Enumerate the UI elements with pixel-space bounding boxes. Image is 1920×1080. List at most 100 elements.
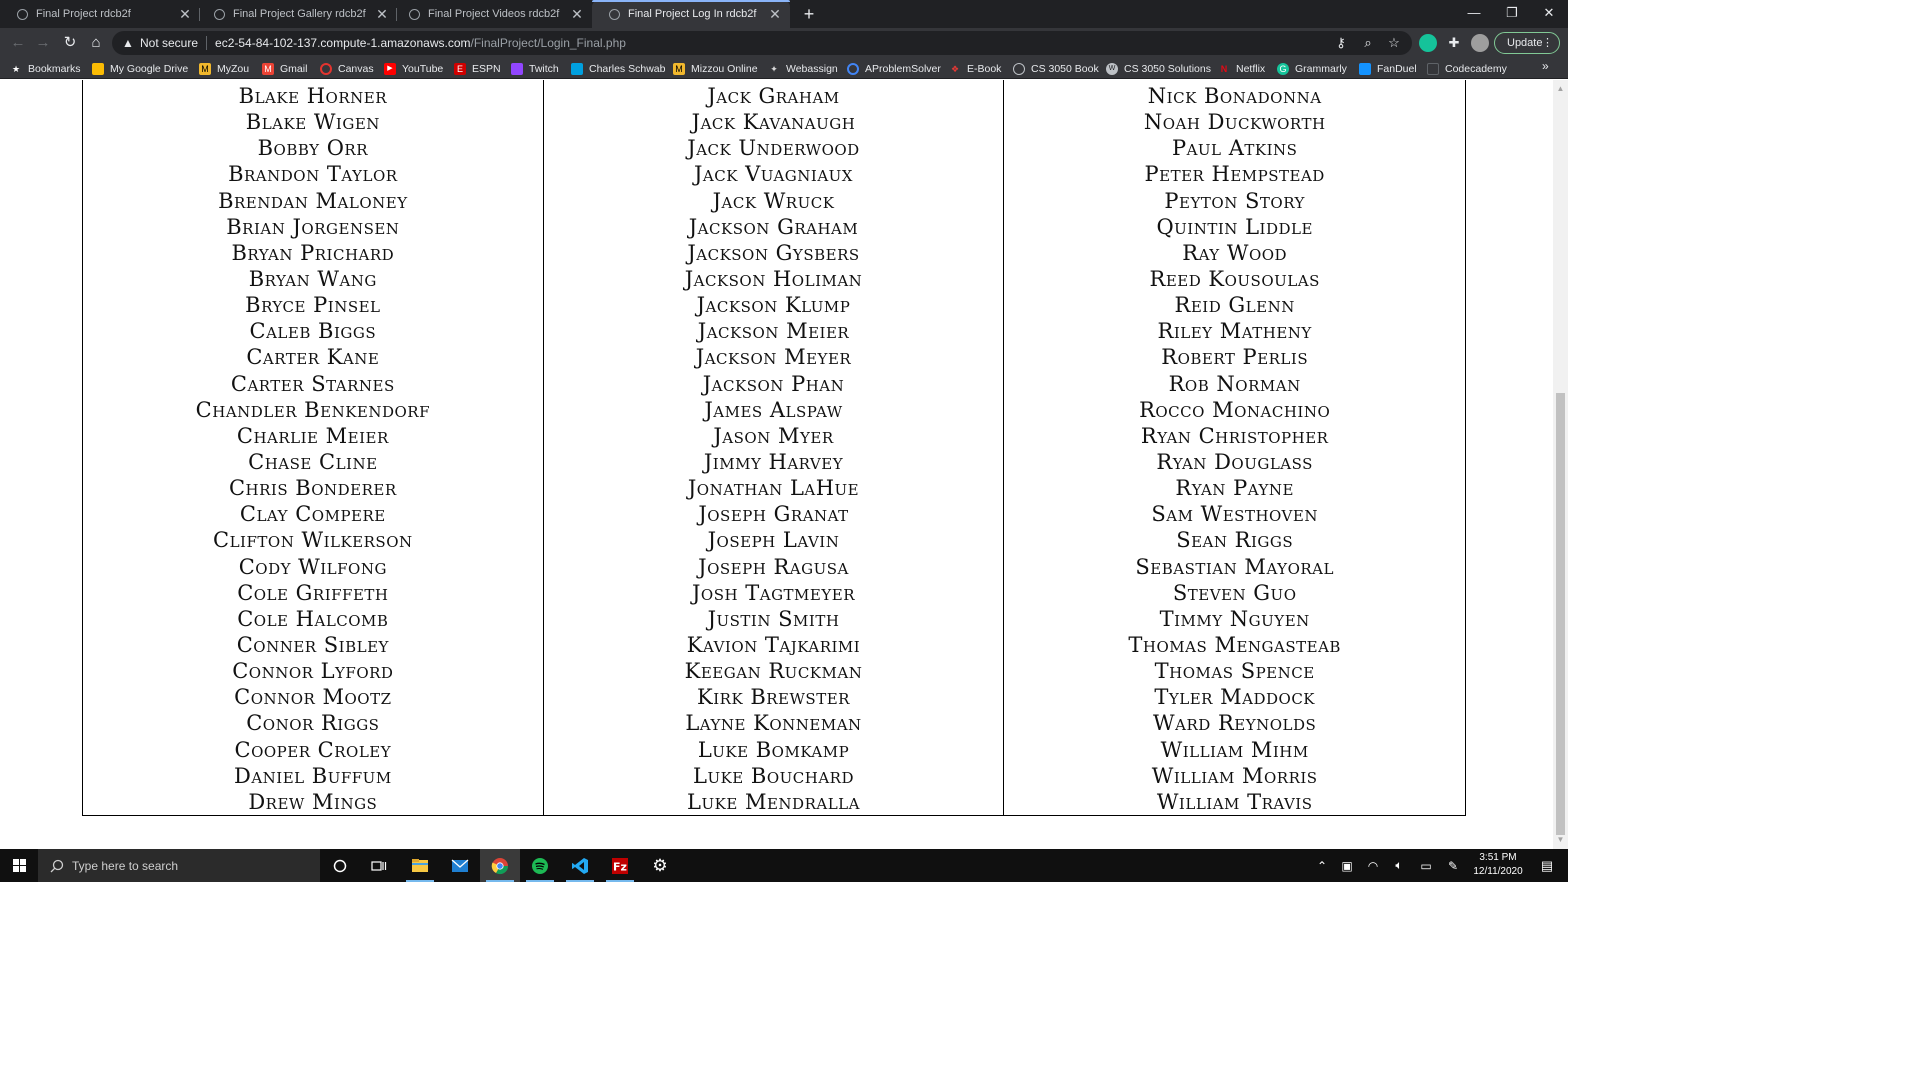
bookmark-e-book[interactable]: ❖ E-Book (949, 61, 1001, 76)
minimize-button[interactable]: — (1455, 0, 1493, 28)
schwab-icon (571, 62, 583, 75)
bookmark-star-icon[interactable]: ☆ (1383, 31, 1405, 55)
back-button[interactable]: ← (8, 33, 28, 53)
url-path: /FinalProject/Login_Final.php (470, 36, 626, 50)
zoom-icon[interactable]: ⌕ (1357, 31, 1379, 55)
bookmarks-bar: ★ Bookmarks My Google Drive M MyZou M Gmail… (0, 58, 1568, 79)
file-explorer-icon[interactable] (400, 849, 440, 882)
bookmark-gmail[interactable]: M Gmail (262, 61, 307, 76)
scroll-up-icon[interactable]: ▲ (1553, 82, 1568, 96)
cortana-icon[interactable] (320, 849, 360, 882)
vscode-icon[interactable] (560, 849, 600, 882)
tab-videos[interactable]: Final Project Videos rdcb2f ✕ (392, 0, 592, 28)
bookmark-label: Bookmarks (28, 62, 81, 75)
star-icon: ★ (11, 63, 21, 74)
close-icon[interactable]: ✕ (568, 6, 586, 23)
svg-text:Fz: Fz (613, 860, 627, 873)
restore-button[interactable]: ❐ (1493, 0, 1531, 28)
clock-date: 12/11/2020 (1473, 866, 1523, 877)
page-scrollbar[interactable]: ▲ ▼ (1553, 80, 1568, 849)
bookmark-charles-schwab[interactable]: Charles Schwab (571, 61, 665, 76)
name-cell: Jack Graham (707, 84, 840, 108)
reload-button[interactable]: ↻ (60, 33, 80, 53)
bookmark-cs-3050-solutions[interactable]: W CS 3050 Solutions (1106, 61, 1211, 76)
bookmark-myzou[interactable]: M MyZou (199, 61, 249, 76)
name-cell: Caleb Biggs (249, 319, 377, 344)
show-hidden-icons-icon[interactable]: ⌃ (1312, 849, 1332, 882)
bookmark-codecademy[interactable]: Codecademy (1427, 61, 1507, 76)
name-cell: Bryce Pinsel (245, 293, 381, 318)
wifi-icon[interactable]: ◠ (1362, 849, 1384, 882)
volume-icon[interactable]: 🔈︎ (1388, 849, 1410, 882)
bookmarks-overflow-icon[interactable]: » (1542, 59, 1549, 73)
scrollbar-thumb[interactable] (1556, 393, 1565, 835)
update-button[interactable]: Update ⋮ (1494, 32, 1560, 54)
address-bar[interactable]: ▲ Not secure ec2-54-84-102-137.compute-1… (112, 31, 1412, 55)
name-cell: Jackson Phan (702, 371, 845, 396)
tab-final-project[interactable]: Final Project rdcb2f ✕ (0, 0, 200, 28)
bookmark-youtube[interactable]: ▶ YouTube (384, 61, 443, 76)
task-view-icon[interactable] (359, 849, 399, 882)
meet-now-icon[interactable]: ▣ (1336, 849, 1358, 882)
bookmark-bookmarks[interactable]: ★ Bookmarks (10, 61, 81, 76)
bookmark-webassign[interactable]: ✦ Webassign (768, 61, 838, 76)
new-tab-button[interactable]: + (798, 3, 820, 25)
extensions-puzzle-icon[interactable]: ✚ (1445, 34, 1463, 52)
name-cell: Jack Kavanaugh (691, 110, 856, 135)
fanduel-icon (1359, 62, 1371, 75)
tab-gallery[interactable]: Final Project Gallery rdcb2f ✕ (197, 0, 397, 28)
notifications-icon[interactable]: ▤ (1532, 849, 1562, 882)
name-cell: Quintin Liddle (1156, 214, 1313, 239)
spotify-icon[interactable] (520, 849, 560, 882)
tab-title: Final Project Gallery rdcb2f (233, 8, 366, 20)
close-icon[interactable]: ✕ (176, 6, 194, 23)
name-cell: Joseph Granat (698, 502, 849, 527)
forward-button[interactable]: → (33, 33, 53, 53)
bookmark-label: CS 3050 Book (1031, 62, 1099, 75)
profile-avatar[interactable] (1471, 34, 1489, 52)
bookmark-cs-3050-book[interactable]: CS 3050 Book (1013, 61, 1099, 76)
tab-title: Final Project rdcb2f (36, 8, 131, 20)
home-button[interactable]: ⌂ (86, 33, 106, 53)
omnibox-divider (206, 36, 208, 50)
taskbar-search[interactable]: Type here to search (38, 849, 320, 882)
bookmark-my-google-drive[interactable]: My Google Drive (92, 61, 188, 76)
close-icon[interactable]: ✕ (373, 6, 391, 23)
settings-icon[interactable]: ⚙ (640, 849, 680, 882)
name-cell: Jackson Holiman (684, 266, 863, 291)
bookmark-label: Mizzou Online (691, 62, 758, 75)
bookmark-mizzou-online[interactable]: M Mizzou Online (673, 61, 758, 76)
key-icon[interactable]: ⚷ (1330, 31, 1352, 55)
bookmark-twitch[interactable]: Twitch (511, 61, 559, 76)
scroll-down-icon[interactable]: ▼ (1553, 833, 1568, 847)
bookmark-label: CS 3050 Solutions (1124, 62, 1211, 75)
filezilla-icon[interactable]: Fz (600, 849, 640, 882)
mail-icon[interactable] (440, 849, 480, 882)
name-cell: Josh Tagtmeyer (691, 580, 856, 605)
bookmark-espn[interactable]: E ESPN (454, 61, 501, 76)
name-cell: Paul Atkins (1171, 136, 1298, 161)
bookmark-grammarly[interactable]: G Grammarly (1277, 61, 1347, 76)
battery-icon[interactable]: ▭ (1414, 849, 1438, 882)
bookmark-canvas[interactable]: Canvas (320, 61, 374, 76)
pen-icon[interactable]: ✎ (1442, 849, 1464, 882)
close-window-button[interactable]: ✕ (1530, 0, 1568, 28)
security-indicator[interactable]: Not secure (140, 36, 198, 50)
bookmark-fanduel[interactable]: FanDuel (1359, 61, 1417, 76)
grammarly-extension-icon[interactable] (1419, 34, 1437, 52)
bookmark-netflix[interactable]: N Netflix (1218, 61, 1265, 76)
tab-log-in[interactable]: Final Project Log In rdcb2f ✕ (592, 0, 790, 28)
chrome-icon[interactable] (480, 849, 520, 882)
start-button[interactable] (0, 849, 38, 882)
bookmark-label: YouTube (402, 62, 444, 75)
bookmark-aproblemsolver[interactable]: AProblemSolver (847, 61, 941, 76)
globe-icon (17, 8, 28, 20)
name-cell: Sean Riggs (1176, 528, 1294, 553)
name-cell: Ryan Douglass (1156, 449, 1313, 474)
codecademy-icon (1427, 62, 1439, 75)
name-cell: Thomas Mengasteab (1128, 632, 1341, 657)
name-cell: Noah Duckworth (1143, 110, 1326, 135)
system-clock[interactable]: 3:51 PM 12/11/2020 (1466, 851, 1530, 879)
close-icon[interactable]: ✕ (766, 6, 784, 23)
name-cell: Kirk Brewster (697, 685, 850, 710)
